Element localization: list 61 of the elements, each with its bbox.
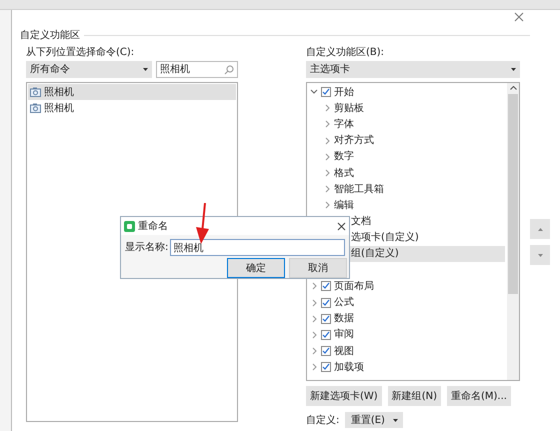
chevron-right-icon[interactable] (310, 314, 318, 323)
dialog-button[interactable]: 取消 (289, 258, 347, 278)
checkbox[interactable] (321, 298, 331, 308)
field-label: 显示名称: (125, 241, 168, 255)
dialog-button[interactable]: 确定 (227, 258, 285, 278)
tree-item[interactable]: 加载项 (334, 360, 364, 375)
tree-item[interactable]: 审阅 (334, 327, 354, 342)
tree-item[interactable]: 开始 (334, 84, 354, 100)
tree-item[interactable]: 页面布局 (334, 278, 374, 294)
toolbar-button[interactable]: 新建选项卡(W) (306, 386, 382, 406)
checkbox[interactable] (321, 87, 331, 98)
toolbar-button[interactable]: 重命名(M)... (447, 386, 511, 406)
chevron-right-icon[interactable] (310, 330, 318, 339)
close-icon[interactable] (514, 12, 524, 22)
list-item[interactable]: 照相机 (44, 84, 74, 100)
tree-item[interactable]: 字体 (334, 116, 354, 132)
up-arrow-icon (538, 228, 542, 230)
name-field[interactable]: 照相机 (170, 239, 345, 256)
down-arrow-icon (538, 254, 542, 256)
tree-item[interactable]: 对齐方式 (334, 133, 374, 148)
tree-item[interactable]: 数字 (334, 149, 354, 164)
tree-item[interactable]: 格式 (334, 166, 354, 181)
search-field[interactable]: 照相机 (156, 61, 238, 78)
tree-item[interactable]: 视图 (334, 344, 354, 359)
camera-icon (30, 103, 41, 113)
tree-item[interactable]: 公式 (334, 295, 354, 310)
group-title: 自定义功能区 (20, 28, 80, 43)
checkbox[interactable] (321, 314, 331, 324)
source-dropdown[interactable]: 所有命令 (26, 61, 152, 78)
checkbox[interactable] (321, 330, 331, 340)
field-label: 自定义功能区(B): (306, 46, 386, 59)
reset-button[interactable]: 重置(E) (345, 412, 404, 428)
list-item[interactable]: 照相机 (44, 100, 74, 116)
tree-item[interactable]: 文档 (351, 214, 371, 230)
tree-item[interactable]: 剪贴板 (334, 100, 364, 116)
search-icon[interactable] (224, 64, 234, 74)
tree-item[interactable]: 选项卡(自定义) (351, 230, 419, 246)
chevron-right-icon[interactable] (310, 298, 318, 307)
ribbon-dropdown[interactable]: 主选项卡 (306, 61, 520, 78)
chevron-right-icon[interactable] (310, 282, 318, 290)
toolbar-button[interactable]: 新建组(N) (388, 386, 441, 406)
tree-item[interactable]: 智能工具箱 (334, 182, 384, 197)
scrollbar[interactable] (507, 83, 519, 380)
field-label: 从下列位置选择命令(C): (26, 46, 136, 59)
chevron-right-icon[interactable] (310, 363, 318, 372)
checkbox[interactable] (321, 346, 331, 356)
scroll-up-icon[interactable] (510, 86, 516, 90)
checkbox[interactable] (321, 281, 331, 292)
tree-item[interactable]: 数据 (334, 311, 354, 326)
tree-item[interactable]: 编辑 (334, 198, 354, 213)
chevron-down-icon[interactable] (310, 88, 318, 96)
close-icon[interactable] (337, 222, 346, 230)
chevron-right-icon[interactable] (310, 347, 318, 356)
dropdown-arrow-icon[interactable] (392, 418, 398, 422)
dropdown-arrow-icon[interactable] (511, 68, 516, 71)
dialog-title: 重命名 (138, 220, 169, 234)
camera-icon (30, 87, 41, 97)
checkbox[interactable] (321, 362, 331, 372)
dropdown-arrow-icon[interactable] (143, 68, 148, 71)
field-label: 自定义: (306, 414, 340, 428)
app-icon (124, 220, 135, 232)
